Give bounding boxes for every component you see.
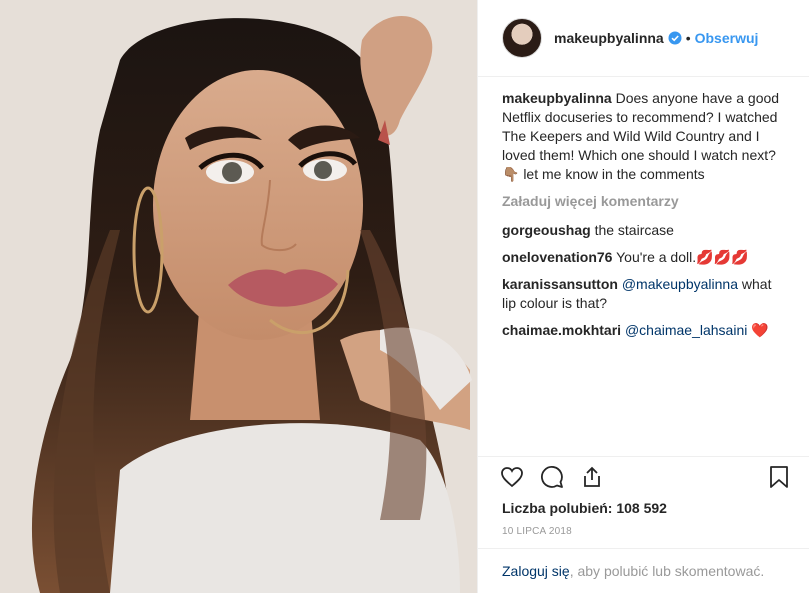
comment-mention[interactable]: @chaimae_lahsaini [625, 322, 747, 338]
comment-item: gorgeoushag the staircase [502, 221, 789, 240]
post-sidebar: makeupbyalinna • Obserwuj makeupbyalinna… [477, 0, 809, 593]
comment-username[interactable]: karanissansutton [502, 276, 618, 292]
comment-icon[interactable] [540, 457, 580, 497]
share-icon[interactable] [580, 457, 620, 497]
comment-mention[interactable]: @makeupbyalinna [622, 276, 738, 292]
verified-icon [668, 31, 682, 45]
caption-username[interactable]: makeupbyalinna [502, 90, 612, 106]
post-date[interactable]: 10 LIPCA 2018 [502, 526, 790, 537]
post-header: makeupbyalinna • Obserwuj [478, 0, 809, 77]
load-more-comments-button[interactable]: Załaduj więcej komentarzy [502, 192, 789, 211]
comment-item: onelovenation76 You're a doll.💋💋💋 [502, 248, 789, 267]
author-username[interactable]: makeupbyalinna [554, 30, 664, 46]
comments-list: makeupbyalinna Does anyone have a good N… [478, 77, 809, 444]
follow-button[interactable]: Obserwuj [695, 30, 759, 46]
comment-text: You're a doll.💋💋💋 [616, 249, 749, 265]
heart-icon[interactable] [500, 457, 540, 497]
login-prompt: Zaloguj się, aby polubić lub skomentować… [478, 548, 809, 593]
comment-item: karanissansutton @makeupbyalinna what li… [502, 275, 789, 313]
separator-dot: • [685, 30, 691, 46]
login-prompt-text: , aby polubić lub skomentować. [569, 563, 765, 579]
likes-count[interactable]: Liczba polubień: 108 592 [502, 500, 790, 516]
caption: makeupbyalinna Does anyone have a good N… [502, 89, 789, 184]
post-photo[interactable] [0, 0, 477, 593]
comment-text: ❤️ [747, 322, 769, 338]
comment-username[interactable]: gorgeoushag [502, 222, 591, 238]
bookmark-icon[interactable] [750, 457, 790, 497]
action-icons [500, 457, 790, 497]
login-link[interactable]: Zaloguj się [502, 563, 570, 579]
comment-username[interactable]: chaimae.mokhtari [502, 322, 621, 338]
comment-text: the staircase [594, 222, 674, 238]
post-actions: Liczba polubień: 108 592 10 LIPCA 2018 [478, 456, 809, 537]
avatar[interactable] [502, 18, 542, 58]
comment-item: chaimae.mokhtari @chaimae_lahsaini ❤️ [502, 321, 789, 340]
comment-username[interactable]: onelovenation76 [502, 249, 612, 265]
